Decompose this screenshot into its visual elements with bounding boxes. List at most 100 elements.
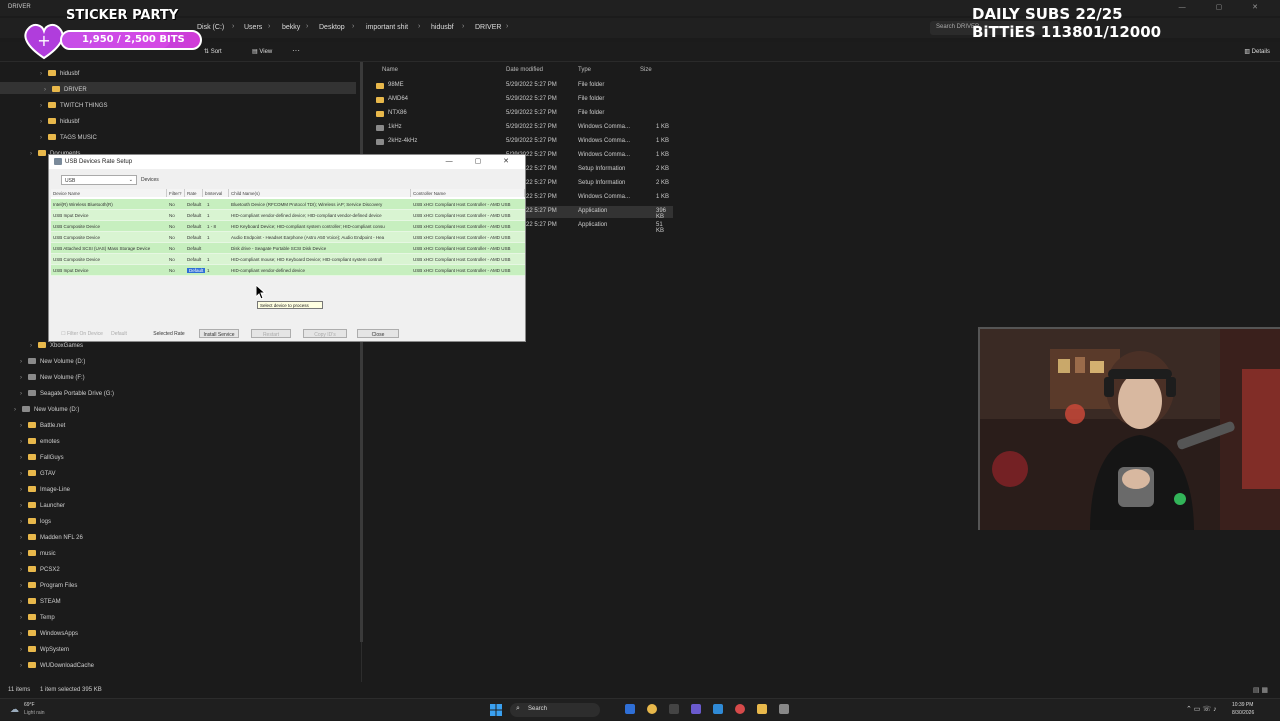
breadcrumb-driver[interactable]: DRIVER — [475, 24, 501, 31]
file-row[interactable]: 2kHz-4kHz 5/29/2022 5:27 PM Windows Comma.… — [372, 136, 672, 148]
view-toggle-icons[interactable]: ▤ ▦ — [1253, 686, 1268, 694]
nav-item[interactable]: › XboxGames — [30, 342, 83, 349]
clock-time[interactable]: 10:39 PM — [1232, 702, 1253, 708]
device-rate[interactable]: Default — [187, 246, 205, 251]
restart-button[interactable]: Restart — [251, 329, 291, 338]
filter-on-device-checkbox[interactable]: ☐ Filter On Device — [59, 329, 105, 338]
nav-item[interactable]: › PCSX2 — [20, 566, 60, 573]
chevron-right-icon[interactable]: › — [20, 583, 28, 589]
nav-scrollbar[interactable] — [360, 62, 363, 642]
nav-item[interactable]: › Launcher — [20, 502, 65, 509]
chevron-right-icon[interactable]: › — [20, 439, 28, 445]
chevron-right-icon[interactable]: › — [20, 535, 28, 541]
nav-item[interactable]: › WindowsApps — [20, 630, 78, 637]
chrome-icon[interactable] — [647, 704, 657, 714]
file-explorer-icon[interactable] — [757, 704, 767, 714]
app-icon-1[interactable] — [625, 704, 635, 714]
chevron-right-icon[interactable]: › — [40, 135, 48, 141]
nav-item[interactable]: › hidusbf — [40, 118, 79, 125]
device-rate[interactable]: Default — [187, 202, 205, 207]
nav-item[interactable]: › Seagate Portable Drive (G:) — [20, 390, 114, 397]
chevron-right-icon[interactable]: › — [20, 391, 28, 397]
view-button[interactable]: ▤ View — [252, 48, 272, 55]
nav-item[interactable]: › WpSystem — [20, 646, 69, 653]
weather-desc[interactable]: Light rain — [24, 710, 45, 716]
app-icon-3[interactable] — [669, 704, 679, 714]
start-button[interactable] — [490, 703, 502, 716]
taskbar-search[interactable]: ⌕ Search — [510, 703, 600, 717]
sort-button[interactable]: ⇅ Sort — [204, 48, 222, 55]
column-size[interactable]: Size — [640, 67, 652, 73]
nav-item[interactable]: › Image-Line — [20, 486, 70, 493]
nav-item[interactable]: › TWITCH THINGS — [40, 102, 108, 109]
file-row[interactable]: NTX86 5/29/2022 5:27 PM File folder — [372, 108, 672, 120]
breadcrumb-hidusbf[interactable]: hidusbf — [431, 24, 454, 31]
nav-item[interactable]: › Madden NFL 26 — [20, 534, 83, 541]
device-row[interactable]: USB Input Device No Default 1 HID-compliant … — [51, 265, 525, 276]
chevron-right-icon[interactable]: › — [30, 151, 38, 157]
chevron-right-icon[interactable]: › — [20, 487, 28, 493]
chevron-right-icon[interactable]: › — [20, 551, 28, 557]
chevron-right-icon[interactable]: › — [20, 423, 28, 429]
device-type-select[interactable]: USB ⌄ — [61, 175, 137, 185]
chevron-right-icon[interactable]: › — [44, 87, 52, 93]
nav-item[interactable]: › hidusbf — [40, 70, 79, 77]
column-name[interactable]: Name — [382, 67, 398, 73]
chevron-right-icon[interactable]: › — [20, 647, 28, 653]
app-icon-5[interactable] — [713, 704, 723, 714]
grid-header-rate[interactable]: Rate — [185, 189, 203, 197]
window-controls[interactable]: — ▢ ✕ — [1179, 3, 1272, 11]
device-grid[interactable]: Device Name Filter? Rate bInterval Child… — [51, 189, 525, 276]
device-row[interactable]: USB Composite Device No Default 1 HID-compli… — [51, 254, 525, 265]
copy-ids-button[interactable]: Copy ID's — [303, 329, 347, 338]
nav-item[interactable]: › STEAM — [20, 598, 61, 605]
nav-item[interactable]: › Temp — [20, 614, 55, 621]
device-row[interactable]: USB Attached SCSI (UAS) Mass Storage Dev… — [51, 243, 525, 254]
nav-item[interactable]: › Program Files — [20, 582, 77, 589]
chevron-right-icon[interactable]: › — [20, 455, 28, 461]
device-row[interactable]: USB Input Device No Default 1 HID-compliant … — [51, 210, 525, 221]
breadcrumb-desktop[interactable]: Desktop — [319, 24, 345, 31]
app-icon-6[interactable] — [735, 704, 745, 714]
nav-item[interactable]: › Battle.net — [20, 422, 65, 429]
breadcrumb-bekky[interactable]: bekky — [282, 24, 300, 31]
file-row[interactable]: 1kHz 5/29/2022 5:27 PM Windows Comma... 1 K… — [372, 122, 672, 134]
grid-header-child-names[interactable]: Child Name(s) — [229, 189, 411, 197]
device-rate[interactable]: Default — [187, 213, 205, 218]
rate-value-field[interactable]: Default — [107, 329, 131, 338]
chevron-right-icon[interactable]: › — [20, 663, 28, 669]
chevron-right-icon[interactable]: › — [20, 615, 28, 621]
grid-header-device-name[interactable]: Device Name — [51, 189, 167, 197]
nav-item[interactable]: › music — [20, 550, 56, 557]
dialog-titlebar[interactable]: USB Devices Rate Setup — ▢ ✕ — [49, 155, 525, 169]
chevron-right-icon[interactable]: › — [14, 407, 22, 413]
grid-header-binterval[interactable]: bInterval — [203, 189, 229, 197]
install-service-button[interactable]: Install Service — [199, 329, 239, 338]
column-type[interactable]: Type — [578, 67, 591, 73]
breadcrumb-important[interactable]: important shit — [366, 24, 408, 31]
grid-header-filter[interactable]: Filter? — [167, 189, 185, 197]
chevron-right-icon[interactable]: › — [20, 599, 28, 605]
nav-item[interactable]: › New Volume (D:) — [20, 358, 85, 365]
nav-item[interactable]: › DRIVER — [44, 86, 87, 93]
app-icon-8[interactable] — [779, 704, 789, 714]
chevron-right-icon[interactable]: › — [40, 71, 48, 77]
chevron-right-icon[interactable]: › — [40, 119, 48, 125]
details-button[interactable]: ▥ Details — [1244, 48, 1270, 55]
nav-item[interactable]: › logs — [20, 518, 51, 525]
column-date[interactable]: Date modified — [506, 67, 543, 73]
device-rate[interactable]: Default — [187, 224, 205, 229]
chevron-right-icon[interactable]: › — [20, 359, 28, 365]
clock-date[interactable]: 8/30/2026 — [1232, 710, 1254, 716]
nav-item[interactable]: › GTAV — [20, 470, 55, 477]
nav-item[interactable]: › WUDownloadCache — [20, 662, 94, 669]
more-options-button[interactable]: ··· — [292, 46, 300, 55]
dialog-window-controls[interactable]: — ▢ ✕ — [446, 157, 519, 165]
chevron-right-icon[interactable]: › — [20, 519, 28, 525]
device-rate[interactable]: Default — [187, 257, 205, 262]
chevron-right-icon[interactable]: › — [30, 343, 38, 349]
nav-item[interactable]: › emotes — [20, 438, 60, 445]
weather-temp[interactable]: 69°F — [24, 702, 35, 708]
chevron-right-icon[interactable]: › — [20, 503, 28, 509]
breadcrumb-disk-c[interactable]: Disk (C:) — [197, 24, 224, 31]
